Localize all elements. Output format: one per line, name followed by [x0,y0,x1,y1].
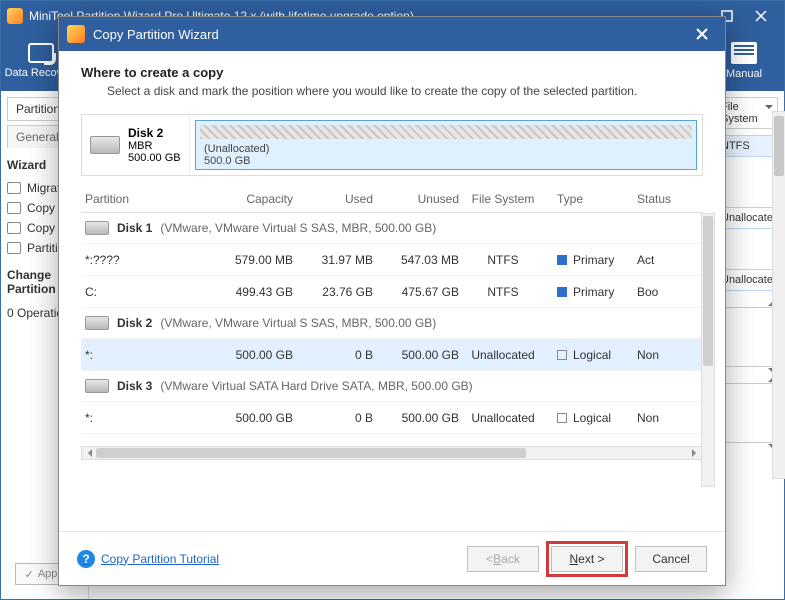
type-marker-icon [557,350,567,360]
sel-disk-scheme: MBR [128,140,181,152]
bar-label: (Unallocated) [204,143,269,155]
dialog-footer: ? Copy Partition Tutorial < Back Next > … [59,531,725,585]
recovery-icon [28,43,54,63]
target-disk-selector[interactable]: Disk 2 MBR 500.00 GB (Unallocated) 500.0… [81,114,703,176]
col-status[interactable]: Status [633,186,673,212]
col-capacity[interactable]: Capacity [211,186,297,212]
col-fs[interactable]: File System [463,186,543,212]
app-icon [67,25,85,43]
help-label: Copy Partition Tutorial [101,552,219,566]
dialog-title: Copy Partition Wizard [93,27,219,42]
help-icon: ? [77,550,95,568]
book-icon [731,42,757,64]
vertical-scrollbar[interactable] [772,111,785,479]
copy-icon [7,202,21,214]
disk-row[interactable]: Disk 3 (VMware Virtual SATA Hard Drive SA… [81,371,703,402]
dialog-subheading: Select a disk and mark the position wher… [107,84,703,98]
disk-row[interactable]: Disk 1 (VMware, VMware Virtual S SAS, MBR… [81,213,703,244]
col-partition[interactable]: Partition [81,186,211,212]
disk-name: Disk 2 [117,316,152,330]
dialog-heading: Where to create a copy [81,65,703,80]
close-button[interactable] [744,4,778,28]
partition-row[interactable]: *:500.00 GB0 B500.00 GBUnallocatedLogica… [81,339,703,371]
disk-icon [85,221,109,235]
grid-header: Partition Capacity Used Unused File Syst… [81,186,703,213]
partition-row[interactable]: *:500.00 GB0 B500.00 GBUnallocatedLogica… [81,402,703,434]
copy-icon [7,222,21,234]
disk-name: Disk 3 [117,379,152,393]
disk-desc: (VMware, VMware Virtual S SAS, MBR, 500.… [160,316,436,330]
partition-row[interactable]: *:????579.00 MB31.97 MB547.03 MBNTFSPrim… [81,244,703,276]
disk-name: Disk 1 [117,221,152,235]
grid-vertical-scrollbar[interactable] [701,213,715,487]
grid-horizontal-scrollbar[interactable] [81,446,703,460]
next-button[interactable]: Next > [551,546,623,572]
sel-disk-name: Disk 2 [128,126,181,140]
recovery-icon [7,242,21,254]
col-type[interactable]: Type [543,186,633,212]
partition-grid: Partition Capacity Used Unused File Syst… [81,186,703,434]
col-used[interactable]: Used [297,186,377,212]
back-button[interactable]: < Back [467,546,539,572]
migrate-icon [7,182,21,194]
col-unused[interactable]: Unused [377,186,463,212]
dialog-header: Where to create a copy Select a disk and… [59,51,725,108]
dialog-close-button[interactable] [687,22,717,46]
bar-size: 500.0 GB [204,155,250,167]
disk-row[interactable]: Disk 2 (VMware, VMware Virtual S SAS, MBR… [81,308,703,339]
app-icon [7,8,23,24]
sel-disk-size: 500.00 GB [128,152,181,164]
partition-row[interactable]: C:499.43 GB23.76 GB475.67 GBNTFSPrimaryB… [81,276,703,308]
type-marker-icon [557,287,567,297]
copy-partition-dialog: Copy Partition Wizard Where to create a … [58,16,726,586]
disk-desc: (VMware Virtual SATA Hard Drive SATA, MB… [160,379,472,393]
type-marker-icon [557,413,567,423]
dialog-titlebar[interactable]: Copy Partition Wizard [59,17,725,51]
cancel-button[interactable]: Cancel [635,546,707,572]
disk-layout-bar[interactable]: (Unallocated) 500.0 GB [195,120,697,170]
disk-desc: (VMware, VMware Virtual S SAS, MBR, 500.… [160,221,436,235]
disk-icon [85,379,109,393]
type-marker-icon [557,255,567,265]
help-link[interactable]: ? Copy Partition Tutorial [77,550,219,568]
disk-icon [90,136,120,154]
disk-icon [85,316,109,330]
